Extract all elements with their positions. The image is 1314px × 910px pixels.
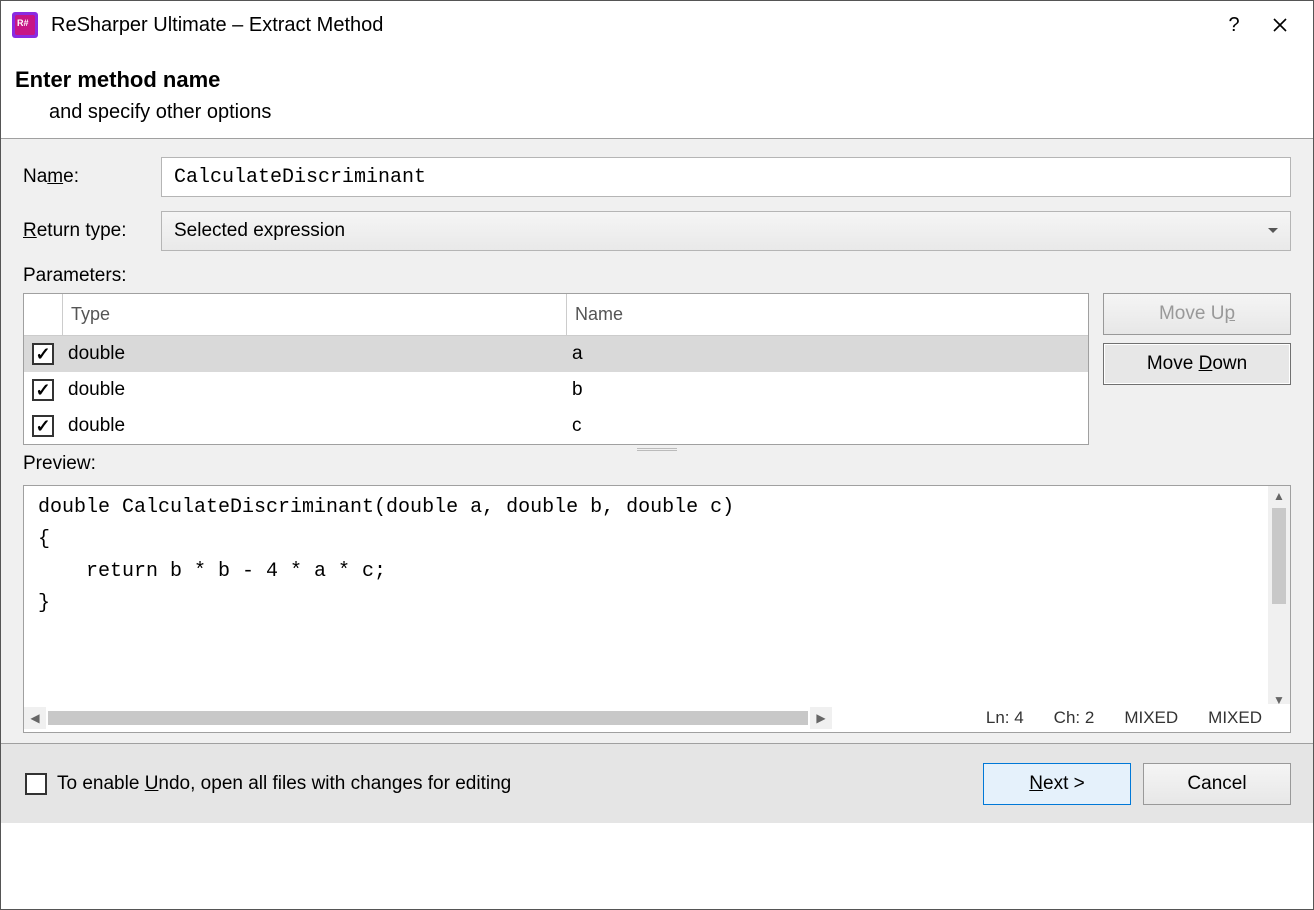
page-subtitle: and specify other options: [49, 101, 1299, 124]
row-name: a: [566, 336, 1088, 372]
next-button[interactable]: Next >: [983, 763, 1131, 805]
table-row[interactable]: doubleb: [24, 372, 1088, 408]
scroll-right-icon[interactable]: ▶: [810, 707, 832, 729]
row-checkbox[interactable]: [32, 343, 54, 365]
footer: To enable Undo, open all files with chan…: [1, 743, 1313, 823]
method-name-input[interactable]: [161, 157, 1291, 197]
splitter[interactable]: [23, 445, 1291, 453]
content-area: Name: Return type: Selected expression P…: [1, 138, 1313, 743]
horizontal-scrollbar[interactable]: ◀ ▶: [24, 707, 832, 729]
status-line: Ln: 4: [986, 708, 1024, 728]
row-checkbox[interactable]: [32, 415, 54, 437]
status-bar: Ln: 4 Ch: 2 MIXED MIXED: [986, 708, 1290, 728]
preview-box: double CalculateDiscriminant(double a, d…: [23, 485, 1291, 733]
cancel-button[interactable]: Cancel: [1143, 763, 1291, 805]
page-title: Enter method name: [15, 67, 1299, 93]
row-type: double: [62, 408, 566, 444]
row-type: double: [62, 372, 566, 408]
move-up-button[interactable]: Move Up: [1103, 293, 1291, 335]
svg-text:R#: R#: [17, 18, 29, 28]
status-mixed-1: MIXED: [1124, 708, 1178, 728]
row-name: b: [566, 372, 1088, 408]
undo-checkbox[interactable]: [25, 773, 47, 795]
help-button[interactable]: ?: [1211, 2, 1257, 48]
return-type-select[interactable]: Selected expression: [161, 211, 1291, 251]
row-type: double: [62, 336, 566, 372]
col-type[interactable]: Type: [62, 294, 566, 336]
row-name: c: [566, 408, 1088, 444]
window-title: ReSharper Ultimate – Extract Method: [51, 14, 1211, 37]
titlebar: R# ReSharper Ultimate – Extract Method ?: [1, 1, 1313, 49]
preview-code: double CalculateDiscriminant(double a, d…: [24, 486, 1290, 626]
hscroll-thumb[interactable]: [48, 711, 808, 725]
status-col: Ch: 2: [1054, 708, 1095, 728]
return-type-label: Return type:: [23, 220, 161, 242]
move-down-button[interactable]: Move Down: [1103, 343, 1291, 385]
undo-label: To enable Undo, open all files with chan…: [57, 773, 971, 795]
parameters-table: Type Name doubleadoublebdoublec: [23, 293, 1089, 445]
scroll-up-icon[interactable]: ▲: [1268, 486, 1290, 506]
table-row[interactable]: doublec: [24, 408, 1088, 444]
scroll-thumb[interactable]: [1272, 508, 1286, 604]
row-checkbox[interactable]: [32, 379, 54, 401]
col-check: [24, 294, 62, 336]
status-mixed-2: MIXED: [1208, 708, 1262, 728]
heading-area: Enter method name and specify other opti…: [1, 49, 1313, 138]
close-button[interactable]: [1257, 2, 1303, 48]
parameters-label: Parameters:: [23, 265, 1291, 287]
name-label: Name:: [23, 166, 161, 188]
app-icon: R#: [11, 11, 39, 39]
scroll-left-icon[interactable]: ◀: [24, 707, 46, 729]
vertical-scrollbar[interactable]: ▲ ▼: [1268, 486, 1290, 710]
col-name[interactable]: Name: [566, 294, 1088, 336]
preview-label: Preview:: [23, 453, 1291, 475]
table-row[interactable]: doublea: [24, 336, 1088, 372]
